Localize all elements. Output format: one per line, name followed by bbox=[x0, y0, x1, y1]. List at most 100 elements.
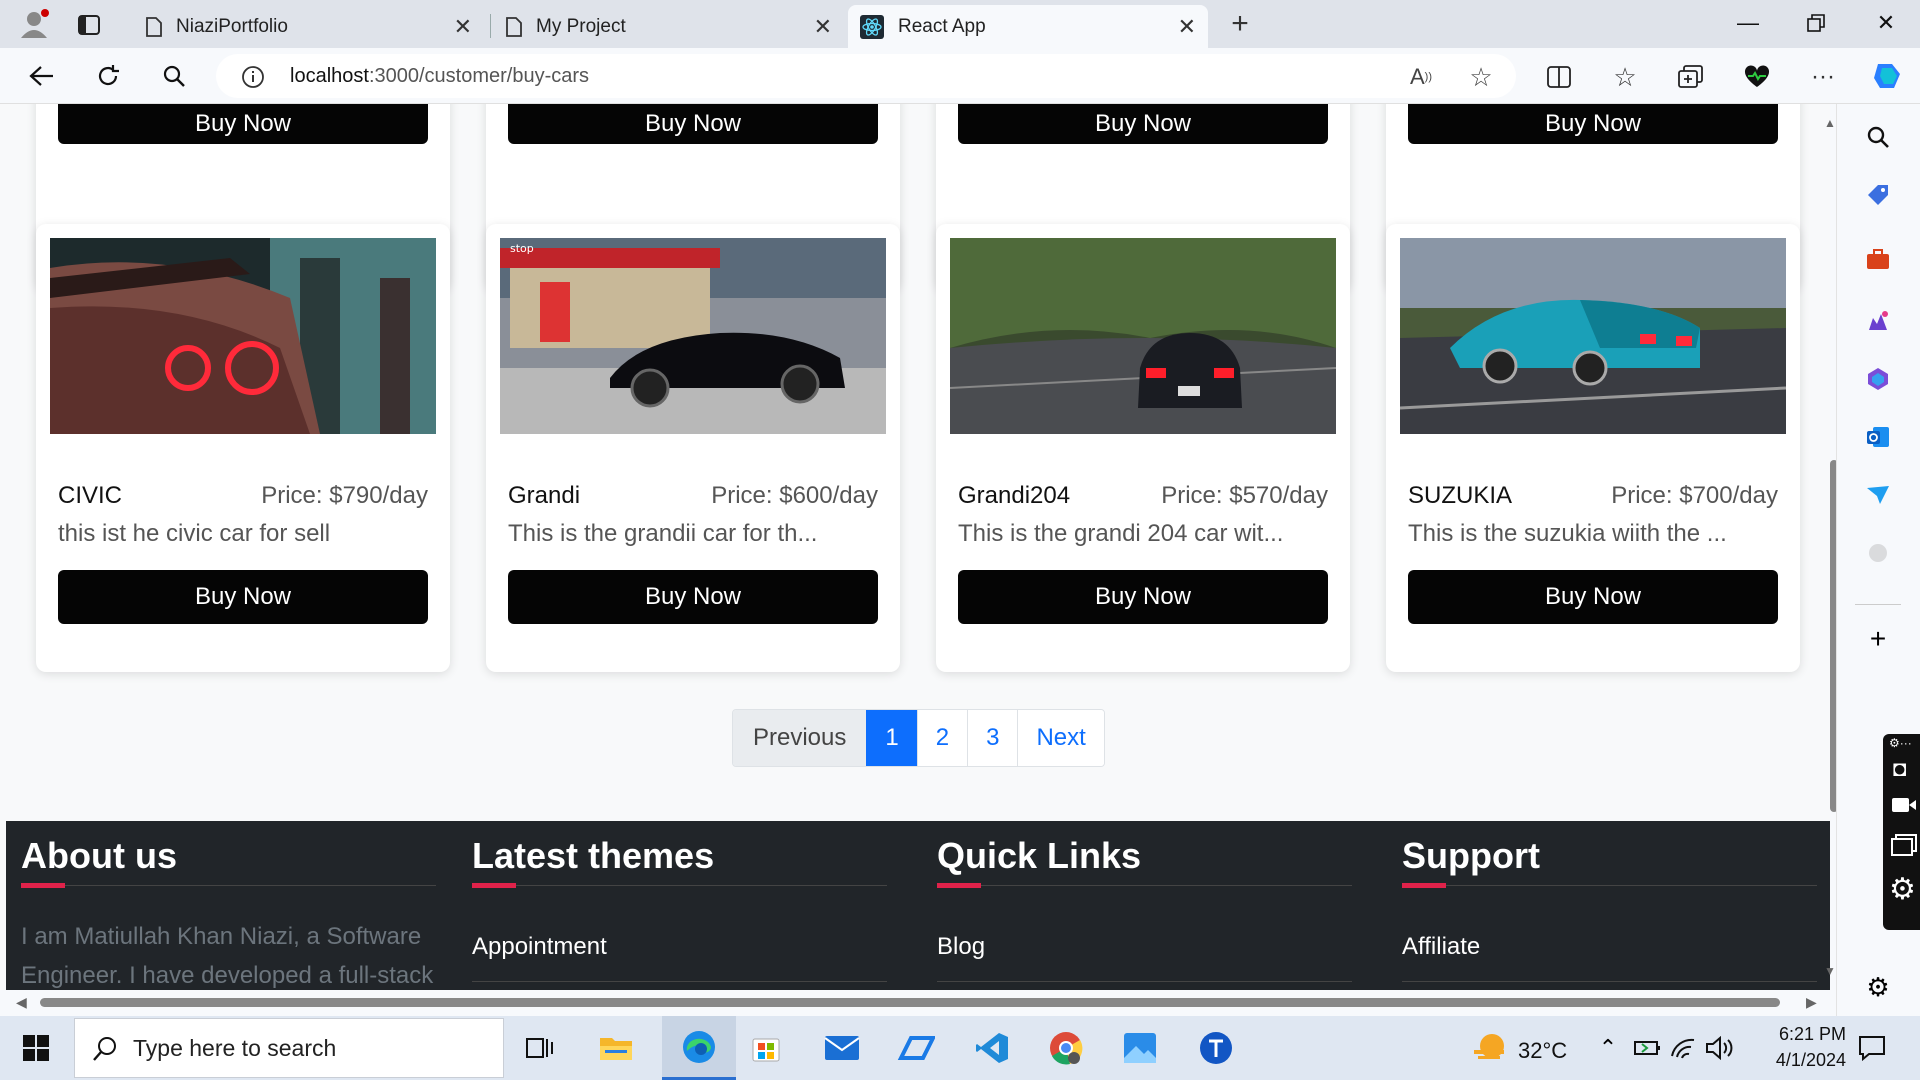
car-description: This is the grandi 204 car wit... bbox=[958, 520, 1284, 547]
page-icon bbox=[146, 16, 162, 37]
car-price: Price: $790/day bbox=[261, 482, 428, 509]
taskbar-time[interactable]: 6:21 PM bbox=[1756, 1024, 1846, 1045]
next-page-button[interactable]: Next bbox=[1017, 710, 1104, 766]
sidebar-games-icon[interactable] bbox=[1861, 304, 1895, 338]
horizontal-scrollbar[interactable]: ◀ ▶ bbox=[0, 990, 1836, 1016]
search-icon bbox=[93, 1037, 116, 1061]
previous-page-button[interactable]: Previous bbox=[733, 710, 867, 766]
car-name: Grandi bbox=[508, 482, 581, 509]
buy-now-button[interactable]: Buy Now bbox=[58, 570, 428, 624]
tab-actions-icon[interactable] bbox=[74, 10, 104, 40]
more-options-icon[interactable]: ··· bbox=[1806, 60, 1840, 94]
footer-heading: About us bbox=[21, 835, 177, 876]
page-2-button[interactable]: 2 bbox=[916, 710, 968, 766]
skyline-forest-road-photo-icon bbox=[950, 238, 1336, 434]
toolbar-more-icon[interactable]: ⚙··· bbox=[1889, 736, 1912, 750]
file-explorer-icon[interactable] bbox=[590, 1026, 642, 1070]
close-tab-icon[interactable]: ✕ bbox=[1178, 14, 1196, 40]
new-tab-icon[interactable]: + bbox=[1222, 7, 1258, 40]
red-gtr-rear-photo-icon bbox=[50, 238, 436, 434]
car-description: This is the suzukia wiith the ... bbox=[1408, 520, 1727, 547]
close-window-icon[interactable]: ✕ bbox=[1852, 0, 1920, 46]
copilot-icon[interactable] bbox=[1866, 54, 1910, 98]
car-price: Price: $700/day bbox=[1611, 482, 1778, 509]
app-blue-icon[interactable] bbox=[890, 1026, 942, 1070]
close-tab-icon[interactable]: ✕ bbox=[454, 14, 472, 40]
microsoft-store-icon[interactable] bbox=[740, 1026, 792, 1070]
sidebar-search-icon[interactable] bbox=[1861, 120, 1895, 154]
site-info-icon[interactable] bbox=[240, 64, 266, 90]
scroll-left-arrow-icon[interactable]: ◀ bbox=[16, 994, 27, 1011]
tab-my-project[interactable]: My Project ✕ bbox=[494, 5, 844, 48]
back-icon[interactable] bbox=[22, 58, 62, 94]
buy-now-button[interactable]: Buy Now bbox=[1408, 570, 1778, 624]
footer-divider bbox=[937, 885, 1352, 886]
footer-link-appointment[interactable]: Appointment bbox=[472, 933, 607, 961]
scroll-down-arrow-icon[interactable]: ▼ bbox=[1824, 964, 1836, 978]
sidebar-settings-icon[interactable]: ⚙ bbox=[1861, 970, 1895, 1004]
favorites-icon[interactable]: ☆ bbox=[1608, 60, 1642, 94]
taskbar-search-box[interactable]: Type here to search bbox=[74, 1018, 504, 1078]
chrome-icon[interactable] bbox=[1040, 1026, 1092, 1070]
black-skyline-gas-station-photo-icon: stop bbox=[500, 238, 886, 434]
edge-browser-icon[interactable] bbox=[662, 1016, 736, 1080]
footer-link-affiliate[interactable]: Affiliate bbox=[1402, 933, 1480, 961]
svg-text:stop: stop bbox=[510, 242, 534, 255]
horizontal-scrollbar-thumb[interactable] bbox=[40, 998, 1780, 1007]
taskbar-date[interactable]: 4/1/2024 bbox=[1748, 1050, 1846, 1071]
search-icon[interactable] bbox=[154, 58, 194, 94]
app-t-icon[interactable] bbox=[1190, 1026, 1242, 1070]
restore-icon[interactable] bbox=[1782, 0, 1850, 46]
sidebar-tools-icon[interactable] bbox=[1861, 242, 1895, 276]
mail-icon[interactable] bbox=[816, 1026, 868, 1070]
buy-now-button[interactable]: Buy Now bbox=[508, 104, 878, 144]
profile-avatar-icon[interactable] bbox=[16, 6, 52, 42]
window-icon[interactable] bbox=[1891, 834, 1917, 861]
page-3-button[interactable]: 3 bbox=[967, 710, 1018, 766]
task-view-icon[interactable] bbox=[514, 1026, 566, 1070]
site-footer: About us I am Matiullah Khan Niazi, a So… bbox=[6, 821, 1832, 999]
buy-now-button[interactable]: Buy Now bbox=[508, 570, 878, 624]
car-card: CIVIC Price: $790/day this ist he civic … bbox=[36, 224, 450, 672]
read-aloud-icon[interactable]: A)) bbox=[1406, 62, 1436, 92]
camera-icon[interactable]: ◘ bbox=[1893, 756, 1906, 782]
notifications-icon[interactable] bbox=[1846, 1026, 1898, 1070]
favorite-star-icon[interactable]: ☆ bbox=[1466, 62, 1496, 92]
settings-gear-icon[interactable]: ⚙ bbox=[1889, 872, 1916, 907]
footer-link-blog[interactable]: Blog bbox=[937, 933, 985, 961]
photos-icon[interactable] bbox=[1114, 1026, 1166, 1070]
scroll-up-arrow-icon[interactable]: ▲ bbox=[1824, 116, 1836, 130]
car-description: this ist he civic car for sell bbox=[58, 520, 331, 547]
car-name: SUZUKIA bbox=[1408, 482, 1513, 509]
buy-now-button[interactable]: Buy Now bbox=[58, 104, 428, 144]
weather-temperature[interactable]: 32°C bbox=[1518, 1038, 1567, 1064]
car-image: stop bbox=[500, 238, 886, 434]
url-field[interactable]: localhost:3000/customer/buy-cars A)) ☆ bbox=[216, 54, 1516, 98]
browser-essentials-icon[interactable] bbox=[1740, 60, 1774, 94]
sidebar-outlook-icon[interactable] bbox=[1861, 420, 1895, 454]
close-tab-icon[interactable]: ✕ bbox=[814, 14, 832, 40]
video-camera-icon[interactable] bbox=[1891, 796, 1917, 819]
windows-start-icon[interactable] bbox=[10, 1026, 62, 1070]
footer-divider bbox=[472, 885, 887, 886]
sidebar-shopping-icon[interactable] bbox=[1861, 178, 1895, 212]
buy-now-button[interactable]: Buy Now bbox=[958, 104, 1328, 144]
scroll-right-arrow-icon[interactable]: ▶ bbox=[1806, 994, 1817, 1011]
page-1-button[interactable]: 1 bbox=[866, 710, 917, 766]
buy-now-button[interactable]: Buy Now bbox=[1408, 104, 1778, 144]
sidebar-add-icon[interactable]: + bbox=[1861, 622, 1895, 656]
sidebar-faded-app-icon[interactable] bbox=[1861, 536, 1895, 570]
vscode-icon[interactable] bbox=[966, 1026, 1018, 1070]
collections-icon[interactable] bbox=[1674, 60, 1708, 94]
tab-react-app[interactable]: React App ✕ bbox=[848, 5, 1208, 48]
sidebar-microsoft365-icon[interactable] bbox=[1861, 362, 1895, 396]
tab-niaziportfolio[interactable]: NiaziPortfolio ✕ bbox=[134, 5, 484, 48]
refresh-icon[interactable] bbox=[88, 58, 128, 94]
car-image bbox=[50, 238, 436, 434]
volume-icon[interactable] bbox=[1694, 1026, 1746, 1070]
footer-heading-underline bbox=[937, 883, 981, 888]
buy-now-button[interactable]: Buy Now bbox=[958, 570, 1328, 624]
minimize-icon[interactable]: — bbox=[1714, 0, 1782, 46]
split-screen-icon[interactable] bbox=[1542, 60, 1576, 94]
sidebar-drop-icon[interactable] bbox=[1861, 478, 1895, 512]
